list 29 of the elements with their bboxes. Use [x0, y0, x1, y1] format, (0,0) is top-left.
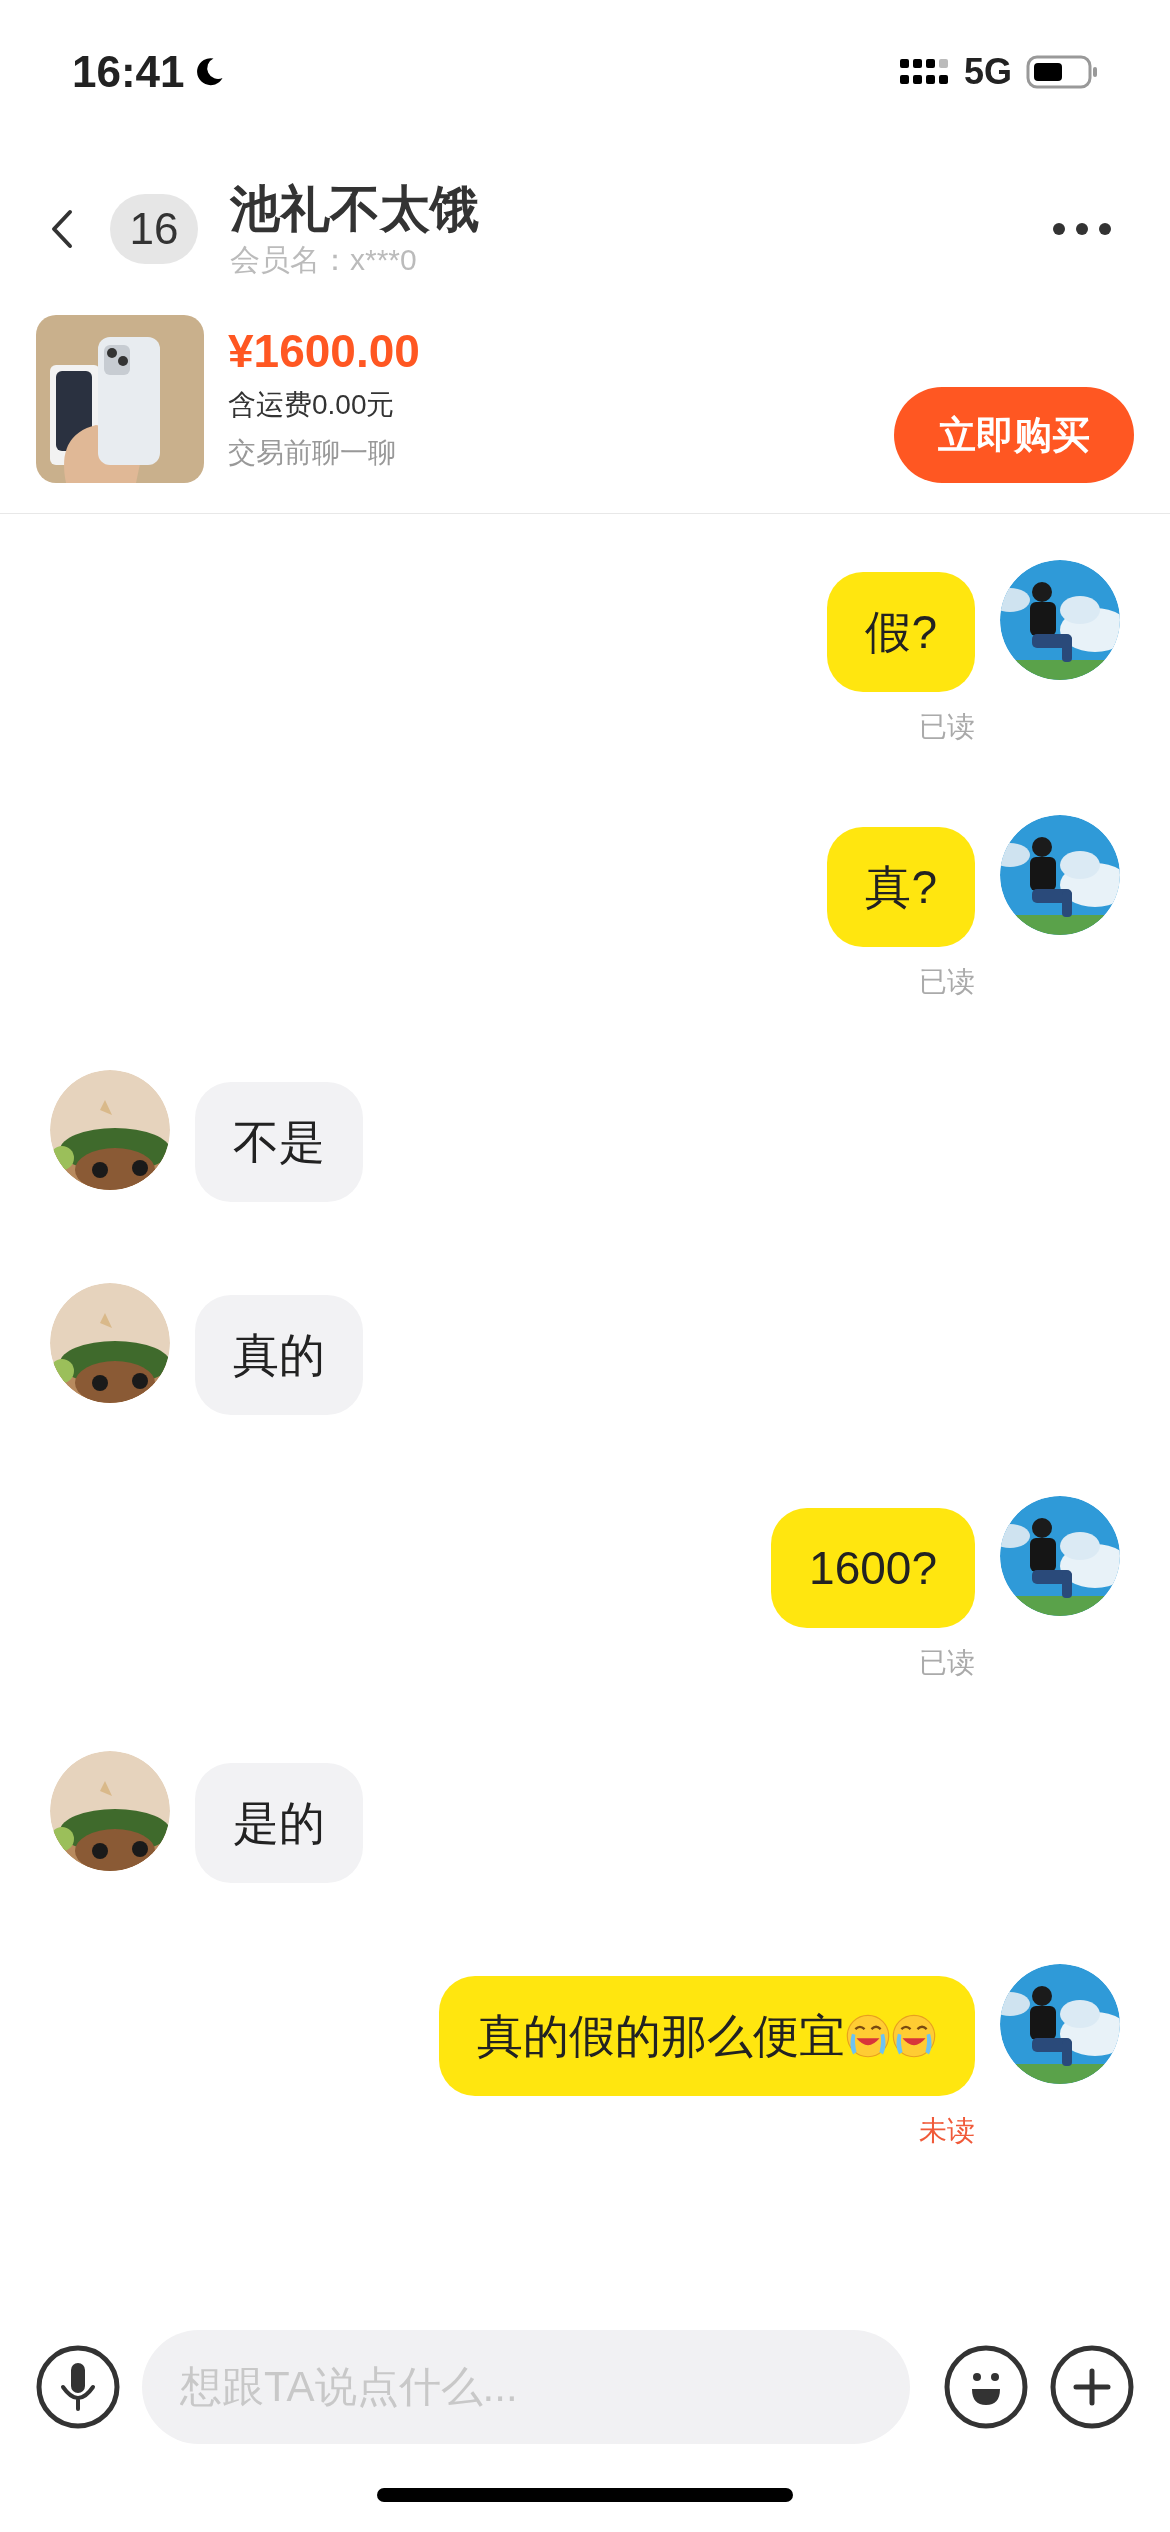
message-bubble: 真? [827, 827, 975, 947]
read-receipt: 已读 [919, 965, 975, 999]
message-bubble: 1600? [771, 1508, 975, 1628]
microphone-icon[interactable] [36, 2345, 120, 2429]
message-bubble: 不是 [195, 1082, 363, 1202]
more-icon[interactable] [1052, 222, 1112, 236]
message-bubble: 假? [827, 572, 975, 692]
message-bubble: 是的 [195, 1763, 363, 1883]
status-time: 16:41 [72, 46, 185, 98]
plus-icon[interactable] [1050, 2345, 1134, 2429]
emoji-icon[interactable] [944, 2345, 1028, 2429]
chat-title: 池礼不太饿 [230, 180, 480, 239]
laughing-crying-emoji-icon [891, 2013, 937, 2059]
chat-hint: 交易前聊一聊 [228, 435, 397, 470]
buy-now-button[interactable]: 立即购买 [894, 387, 1134, 483]
message-bubble: 真的假的那么便宜 [439, 1976, 975, 2096]
battery-icon [1026, 54, 1098, 90]
message-bubble: 真的 [195, 1295, 363, 1415]
signal-icon [899, 57, 950, 87]
laughing-crying-emoji-icon [845, 2013, 891, 2059]
product-price: ¥1600.00 [228, 323, 421, 379]
network-label: 5G [963, 50, 1012, 94]
shipping-fee: 含运费0.00元 [228, 387, 396, 422]
read-receipt: 未读 [919, 2114, 975, 2148]
read-receipt: 已读 [919, 1646, 975, 1680]
unread-count-badge: 16 [110, 194, 198, 264]
read-receipt: 已读 [919, 710, 975, 744]
member-name: 会员名：x***0 [230, 242, 418, 278]
back-icon[interactable] [50, 207, 74, 251]
